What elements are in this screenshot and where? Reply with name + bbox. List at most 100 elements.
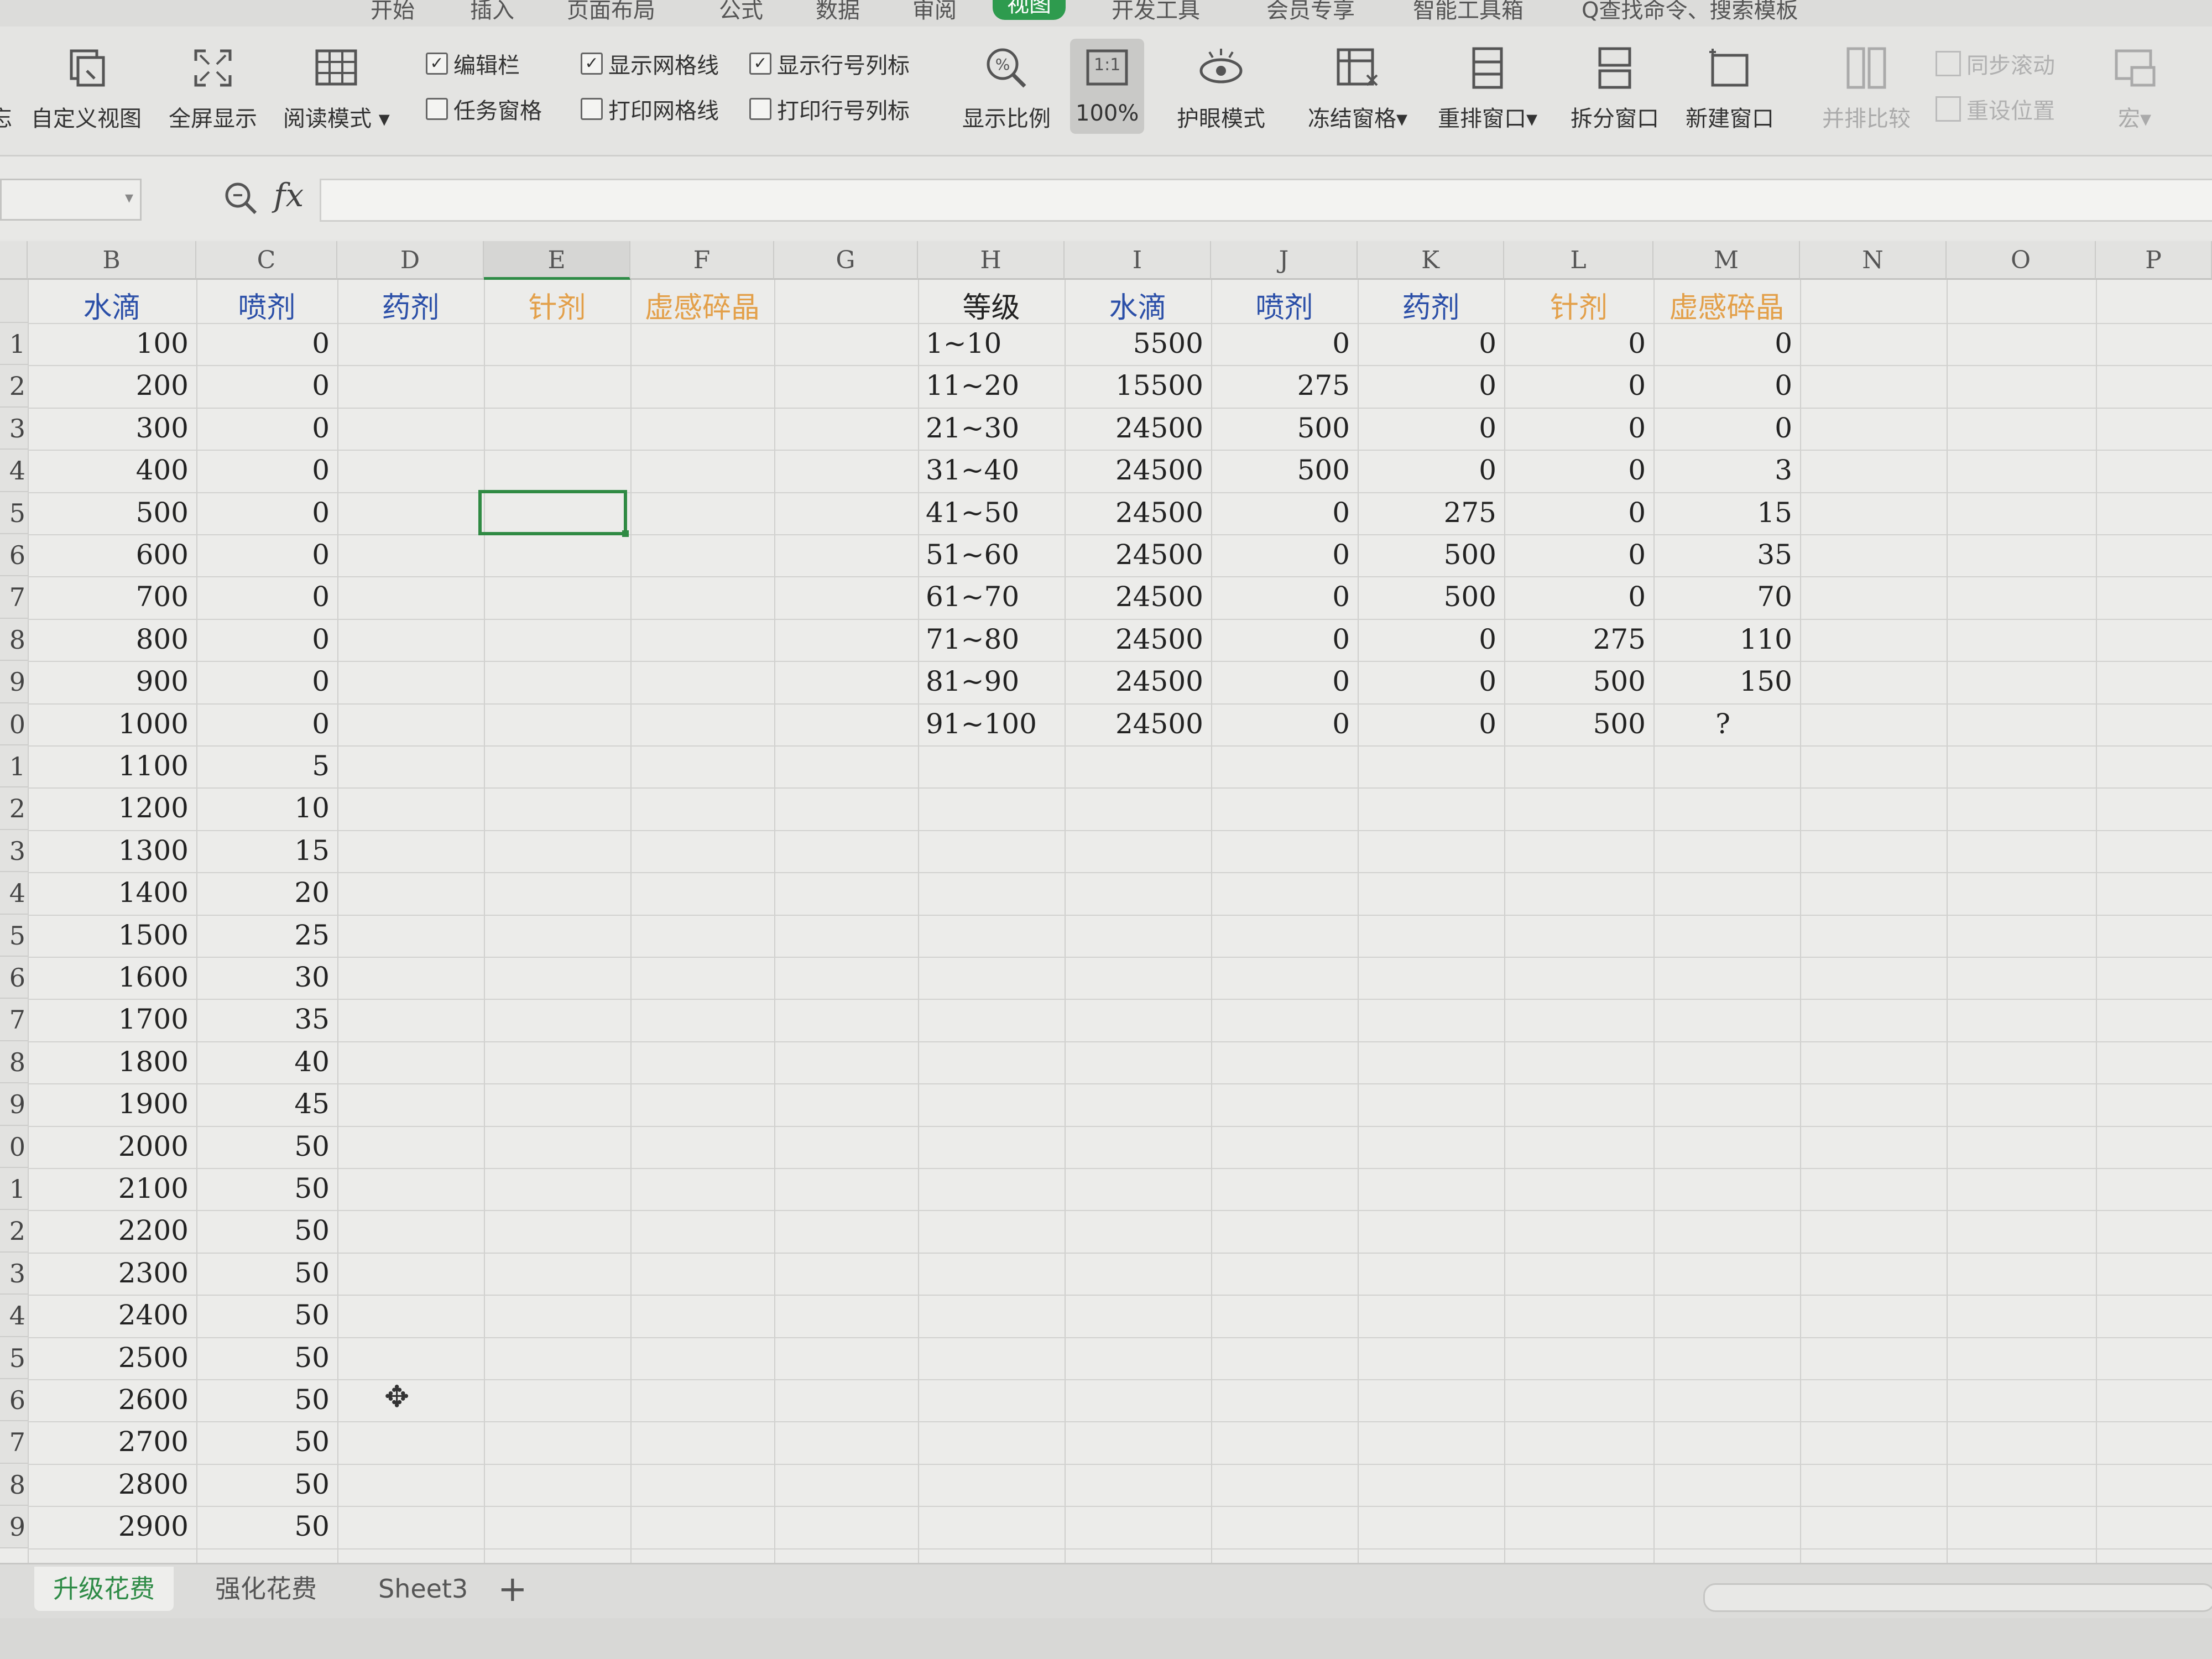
cell-value[interactable]: 500 (1504, 665, 1653, 697)
cell-spray[interactable]: 20 (196, 877, 337, 909)
custom-view-button[interactable]: 自定义视图 (31, 43, 142, 133)
cell-spray[interactable]: 50 (196, 1384, 337, 1416)
cell-value[interactable]: 500 (1211, 454, 1358, 486)
row-header[interactable]: 1 (0, 323, 28, 366)
cell-water[interactable]: 1600 (28, 961, 196, 993)
sheet-tab-enhance-cost[interactable]: 强化花费 (196, 1567, 336, 1611)
split-window-button[interactable]: 拆分窗口 (1571, 43, 1659, 133)
side-by-side-button[interactable]: 并排比较 (1822, 43, 1911, 133)
row-header[interactable]: 3 (0, 407, 28, 450)
row-header[interactable]: 2 (0, 1210, 28, 1253)
row-header[interactable]: 3 (0, 830, 28, 873)
cell-water[interactable]: 800 (28, 623, 196, 655)
row-header[interactable]: 9 (0, 1506, 28, 1548)
column-header-c[interactable]: C (196, 241, 337, 280)
row-header[interactable]: 1 (0, 745, 28, 788)
cell-value[interactable]: 5500 (1065, 327, 1211, 359)
cell-water[interactable]: 200 (28, 369, 196, 401)
cell-spray[interactable]: 0 (196, 708, 337, 740)
cell-spray[interactable]: 0 (196, 665, 337, 697)
cell-spray[interactable]: 50 (196, 1299, 337, 1331)
zoom-100-button[interactable]: 1:1 100% (1070, 39, 1145, 134)
macro-button[interactable]: 宏▾ (2110, 43, 2159, 133)
cell-level[interactable]: 21~30 (918, 412, 1065, 444)
cell-value[interactable]: 24500 (1065, 454, 1211, 486)
cell-spray[interactable]: 0 (196, 581, 337, 613)
cell-spray[interactable]: 15 (196, 834, 337, 867)
row-header[interactable]: 7 (0, 999, 28, 1041)
cell-value[interactable]: 0 (1358, 369, 1504, 401)
sheet-tab-upgrade-cost[interactable]: 升级花费 (34, 1567, 174, 1611)
right-table-header[interactable]: 药剂 (1358, 284, 1504, 326)
row-header[interactable]: 5 (0, 914, 28, 957)
row-header[interactable]: 5 (0, 492, 28, 534)
column-header-d[interactable]: D (337, 241, 484, 280)
formula-input[interactable] (320, 179, 2212, 222)
print-gridlines-checkbox[interactable]: 打印网格线 (581, 93, 719, 125)
left-table-header[interactable]: 喷剂 (196, 284, 337, 326)
column-header-e[interactable]: E (484, 241, 630, 280)
cell-spray[interactable]: 50 (196, 1214, 337, 1246)
cell-value[interactable]: 150 (1653, 665, 1800, 697)
task-pane-checkbox[interactable]: 任务窗格 (426, 93, 542, 125)
cell-water[interactable]: 2100 (28, 1172, 196, 1204)
cell-value[interactable]: 500 (1358, 539, 1504, 571)
menu-tab-6[interactable]: 视图 (993, 0, 1066, 20)
cell-water[interactable]: 2600 (28, 1384, 196, 1416)
cell-level[interactable]: 31~40 (918, 454, 1065, 486)
cell-level[interactable]: 11~20 (918, 369, 1065, 401)
cell-value[interactable]: 500 (1211, 412, 1358, 444)
row-header[interactable] (0, 280, 28, 323)
edit-bar-checkbox[interactable]: ✓ 编辑栏 (426, 48, 520, 80)
cell-spray[interactable]: 50 (196, 1257, 337, 1289)
cell-water[interactable]: 1800 (28, 1046, 196, 1078)
cell-spray[interactable]: 0 (196, 369, 337, 401)
fullscreen-button[interactable]: 全屏显示 (169, 43, 257, 133)
row-header[interactable]: 6 (0, 957, 28, 999)
cell-value[interactable]: 0 (1358, 454, 1504, 486)
cell-water[interactable]: 1700 (28, 1003, 196, 1035)
cell-water[interactable]: 700 (28, 581, 196, 613)
right-table-header[interactable]: 等级 (918, 284, 1065, 326)
cell-water[interactable]: 1900 (28, 1088, 196, 1120)
selected-cell[interactable] (478, 489, 629, 537)
cell-spray[interactable]: 0 (196, 623, 337, 655)
row-header[interactable]: 9 (0, 661, 28, 703)
cell-value[interactable]: 0 (1211, 665, 1358, 697)
cell-value[interactable]: 500 (1358, 581, 1504, 613)
menu-tab-5[interactable]: 审阅 (912, 0, 957, 24)
row-header[interactable]: 8 (0, 1041, 28, 1084)
column-header-f[interactable]: F (630, 241, 774, 280)
cell-water[interactable]: 400 (28, 454, 196, 486)
cell-value[interactable]: 0 (1504, 581, 1653, 613)
sheet-tab-sheet3[interactable]: Sheet3 (359, 1567, 487, 1611)
row-header[interactable]: 0 (0, 703, 28, 745)
cell-value[interactable]: 0 (1211, 327, 1358, 359)
cell-spray[interactable]: 0 (196, 327, 337, 359)
right-table-header[interactable]: 水滴 (1065, 284, 1211, 326)
cell-water[interactable]: 2900 (28, 1510, 196, 1542)
right-table-header[interactable]: 喷剂 (1211, 284, 1358, 326)
cell-water[interactable]: 2400 (28, 1299, 196, 1331)
column-header-b[interactable]: B (28, 241, 196, 280)
cell-value[interactable]: 0 (1358, 623, 1504, 655)
row-header[interactable]: 7 (0, 1421, 28, 1464)
cell-value[interactable]: 24500 (1065, 665, 1211, 697)
cell-value[interactable]: 0 (1504, 327, 1653, 359)
cell-spray[interactable]: 45 (196, 1088, 337, 1120)
cell-level[interactable]: 71~80 (918, 623, 1065, 655)
menu-tab-4[interactable]: 数据 (816, 0, 860, 24)
add-sheet-button[interactable]: + (498, 1564, 528, 1614)
left-table-header[interactable]: 药剂 (337, 284, 484, 326)
right-table-header[interactable]: 针剂 (1504, 284, 1653, 326)
cell-value[interactable]: 24500 (1065, 708, 1211, 740)
left-table-header[interactable]: 针剂 (484, 284, 630, 326)
column-header-l[interactable]: L (1504, 241, 1653, 280)
cell-value[interactable]: 0 (1504, 369, 1653, 401)
cell-value[interactable]: 3 (1653, 454, 1800, 486)
arrange-windows-button[interactable]: 重排窗口▾ (1438, 43, 1537, 133)
row-header[interactable]: 4 (0, 450, 28, 492)
cell-value[interactable]: 0 (1358, 327, 1504, 359)
cell-water[interactable]: 1100 (28, 750, 196, 782)
cell-water[interactable]: 2800 (28, 1468, 196, 1500)
